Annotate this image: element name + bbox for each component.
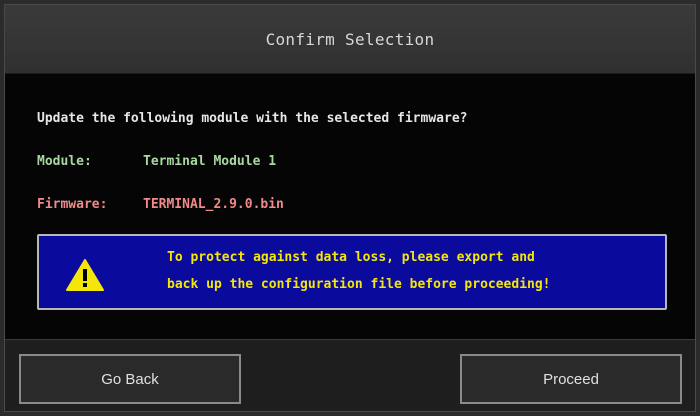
warning-triangle-icon (66, 259, 104, 291)
firmware-value: TERMINAL_2.9.0.bin (143, 197, 284, 212)
firmware-row: Firmware: TERMINAL_2.9.0.bin (37, 197, 284, 212)
proceed-button[interactable]: Proceed (460, 354, 682, 404)
module-value: Terminal Module 1 (143, 154, 277, 169)
confirm-selection-dialog: Confirm Selection Update the following m… (4, 4, 696, 412)
warning-box: To protect against data loss, please exp… (37, 234, 667, 310)
warning-text-line-1: To protect against data loss, please exp… (167, 250, 535, 265)
firmware-label: Firmware: (37, 197, 108, 212)
dialog-header: Confirm Selection (5, 5, 695, 74)
warning-text-line-2: back up the configuration file before pr… (167, 277, 551, 292)
confirmation-question: Update the following module with the sel… (37, 111, 468, 126)
module-label: Module: (37, 154, 92, 169)
module-row: Module: Terminal Module 1 (37, 154, 276, 169)
dialog-title: Confirm Selection (265, 29, 435, 49)
dialog-footer: Go Back Proceed (5, 339, 695, 411)
go-back-button[interactable]: Go Back (19, 354, 241, 404)
